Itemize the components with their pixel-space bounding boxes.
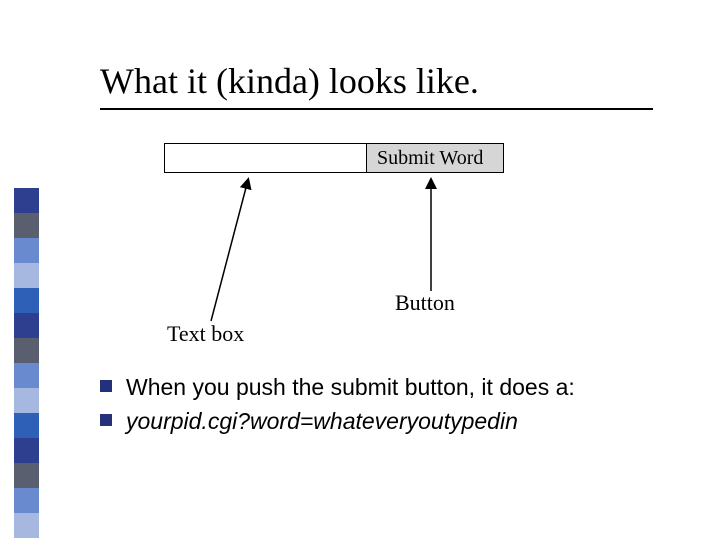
slide-title: What it (kinda) looks like. xyxy=(100,62,479,102)
annotation-button: Button xyxy=(395,290,455,316)
sidebar-square xyxy=(14,238,39,263)
submit-word-button[interactable]: Submit Word xyxy=(366,144,503,172)
bullet-text: yourpid.cgi?word=whateveryoutypedin xyxy=(126,407,575,437)
bullet-icon xyxy=(100,380,112,392)
list-item: When you push the submit button, it does… xyxy=(100,373,575,403)
bullet-text: When you push the submit button, it does… xyxy=(126,373,575,403)
sidebar-square xyxy=(14,388,39,413)
sidebar-square xyxy=(14,213,39,238)
sidebar-square xyxy=(14,438,39,463)
example-form: Submit Word xyxy=(164,143,504,173)
sidebar-square xyxy=(14,338,39,363)
sidebar-square xyxy=(14,463,39,488)
sidebar-square xyxy=(14,263,39,288)
sidebar-square xyxy=(14,363,39,388)
word-input[interactable] xyxy=(165,144,366,172)
annotation-textbox: Text box xyxy=(167,321,244,347)
sidebar-square xyxy=(14,188,39,213)
sidebar-square xyxy=(14,413,39,438)
decorative-sidebar xyxy=(14,188,39,538)
sidebar-square xyxy=(14,313,39,338)
sidebar-square xyxy=(14,488,39,513)
bullet-icon xyxy=(100,414,112,426)
bullet-list: When you push the submit button, it does… xyxy=(100,373,575,441)
sidebar-square xyxy=(14,513,39,538)
sidebar-square xyxy=(14,288,39,313)
title-underline xyxy=(100,108,653,110)
list-item: yourpid.cgi?word=whateveryoutypedin xyxy=(100,407,575,437)
